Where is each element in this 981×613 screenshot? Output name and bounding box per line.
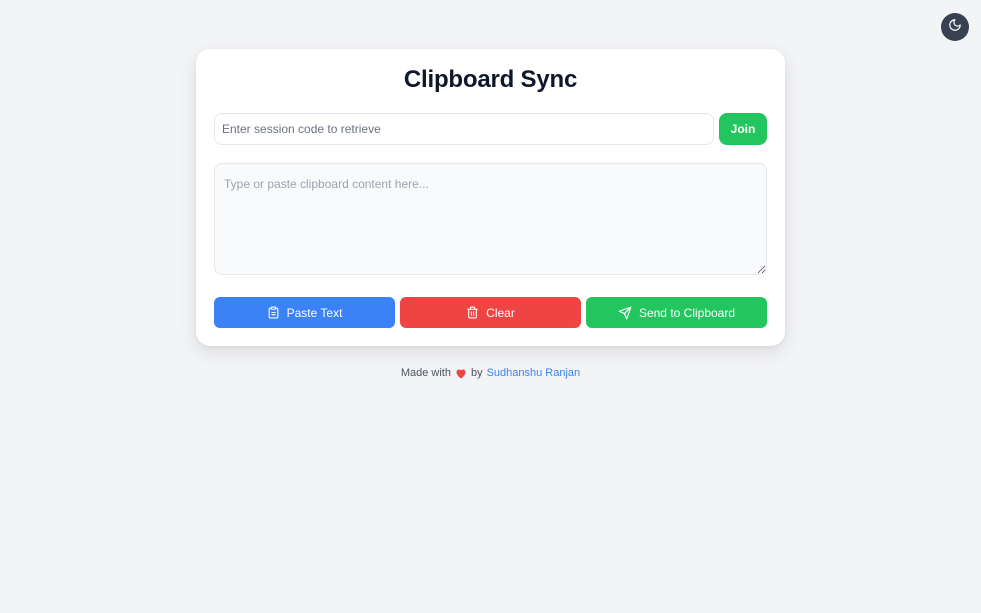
session-code-input[interactable] — [214, 113, 714, 145]
trash-icon — [466, 306, 479, 319]
author-link[interactable]: Sudhanshu Ranjan — [487, 367, 581, 379]
send-icon — [618, 306, 632, 320]
clear-button[interactable]: Clear — [400, 297, 581, 328]
paste-text-button[interactable]: Paste Text — [214, 297, 395, 328]
page-title: Clipboard Sync — [403, 66, 578, 93]
send-to-clipboard-button[interactable]: Send to Clipboard — [586, 297, 767, 328]
heart-icon — [455, 368, 467, 379]
footer: Made with by Sudhanshu Ranjan — [0, 367, 981, 379]
footer-by: by — [470, 367, 483, 379]
moon-icon — [948, 18, 962, 37]
footer-prefix: Made with — [400, 367, 451, 379]
clear-label: Clear — [486, 305, 515, 320]
join-button[interactable]: Join — [719, 113, 767, 145]
clipboard-content-textarea[interactable] — [214, 163, 767, 275]
paste-text-label: Paste Text — [286, 305, 343, 320]
theme-toggle-button[interactable] — [941, 13, 969, 41]
send-to-clipboard-label: Send to Clipboard — [638, 305, 736, 320]
clipboard-icon — [267, 306, 280, 319]
